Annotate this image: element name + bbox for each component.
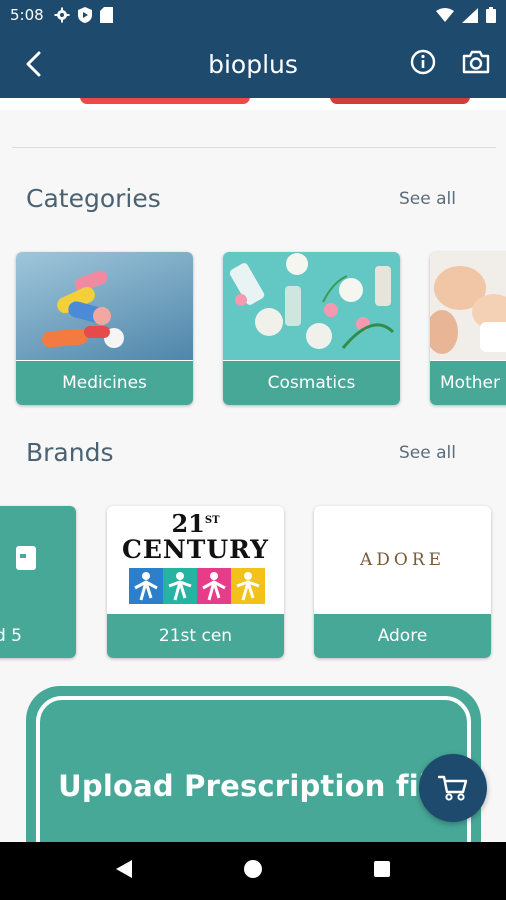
logo-sup: ST [204,515,220,526]
logo-line2: CENTURY [121,535,270,564]
category-card-medicines[interactable]: Medicines [16,252,193,405]
info-icon [410,49,436,75]
category-label: Mother [430,361,506,405]
upload-prescription-frame: Upload Prescription file [36,696,471,842]
brand-placeholder-icon [16,546,36,574]
categories-title: Categories [26,184,161,213]
brand-card-21st-century[interactable]: 21ST CENTURY 21st cen [107,506,284,658]
back-triangle-icon [116,860,132,878]
upload-prescription-button[interactable]: Upload Prescription file [26,686,481,842]
logo-line1: 21 [171,509,205,538]
brand-label: d 5 [0,626,22,646]
categories-see-all-link[interactable]: See all [399,189,456,209]
cart-icon [438,775,468,801]
system-nav-bar [0,842,506,900]
status-bar: 5:08 [0,0,506,30]
adore-logo-text: ADORE [359,550,446,570]
status-time: 5:08 [10,6,44,24]
brand-card-partial[interactable]: d 5 [0,506,76,658]
category-card-cosmetics[interactable]: Cosmatics [223,252,400,405]
pills-photo [16,252,193,360]
category-label: Medicines [16,361,193,405]
back-arrow-icon [26,51,41,77]
camera-icon [462,50,490,74]
cosmetics-photo [223,252,400,360]
21st-century-logo: 21ST CENTURY [107,506,284,614]
sd-card-icon [99,7,113,23]
signal-icon [462,7,478,23]
brands-see-all-link[interactable]: See all [399,443,456,463]
brand-card-adore[interactable]: ADORE Adore [314,506,491,658]
divider [12,147,496,148]
nav-back-button[interactable] [115,859,133,883]
info-button[interactable] [410,49,436,79]
back-button[interactable] [0,30,68,98]
hero-banner[interactable] [0,98,506,110]
brand-label: Adore [314,614,491,658]
nav-home-button[interactable] [243,859,263,883]
home-circle-icon [244,860,262,878]
camera-button[interactable] [462,50,490,78]
main-content[interactable]: Categories See all Medicines Cosmatics M… [0,98,506,842]
recents-square-icon [374,861,390,877]
nav-recents-button[interactable] [373,860,391,882]
gear-icon [54,7,70,23]
brand-label: 21st cen [107,614,284,658]
battery-icon [486,7,496,23]
adore-logo: ADORE [314,506,491,614]
upload-prescription-label: Upload Prescription file [58,769,449,803]
cart-button[interactable] [419,754,487,822]
baby-photo [430,252,506,360]
category-label: Cosmatics [223,361,400,405]
app-bar: bioplus [0,30,506,98]
shield-play-icon [77,7,92,23]
wifi-icon [436,8,454,22]
brands-title: Brands [26,438,114,467]
category-card-mother[interactable]: Mother [430,252,506,405]
